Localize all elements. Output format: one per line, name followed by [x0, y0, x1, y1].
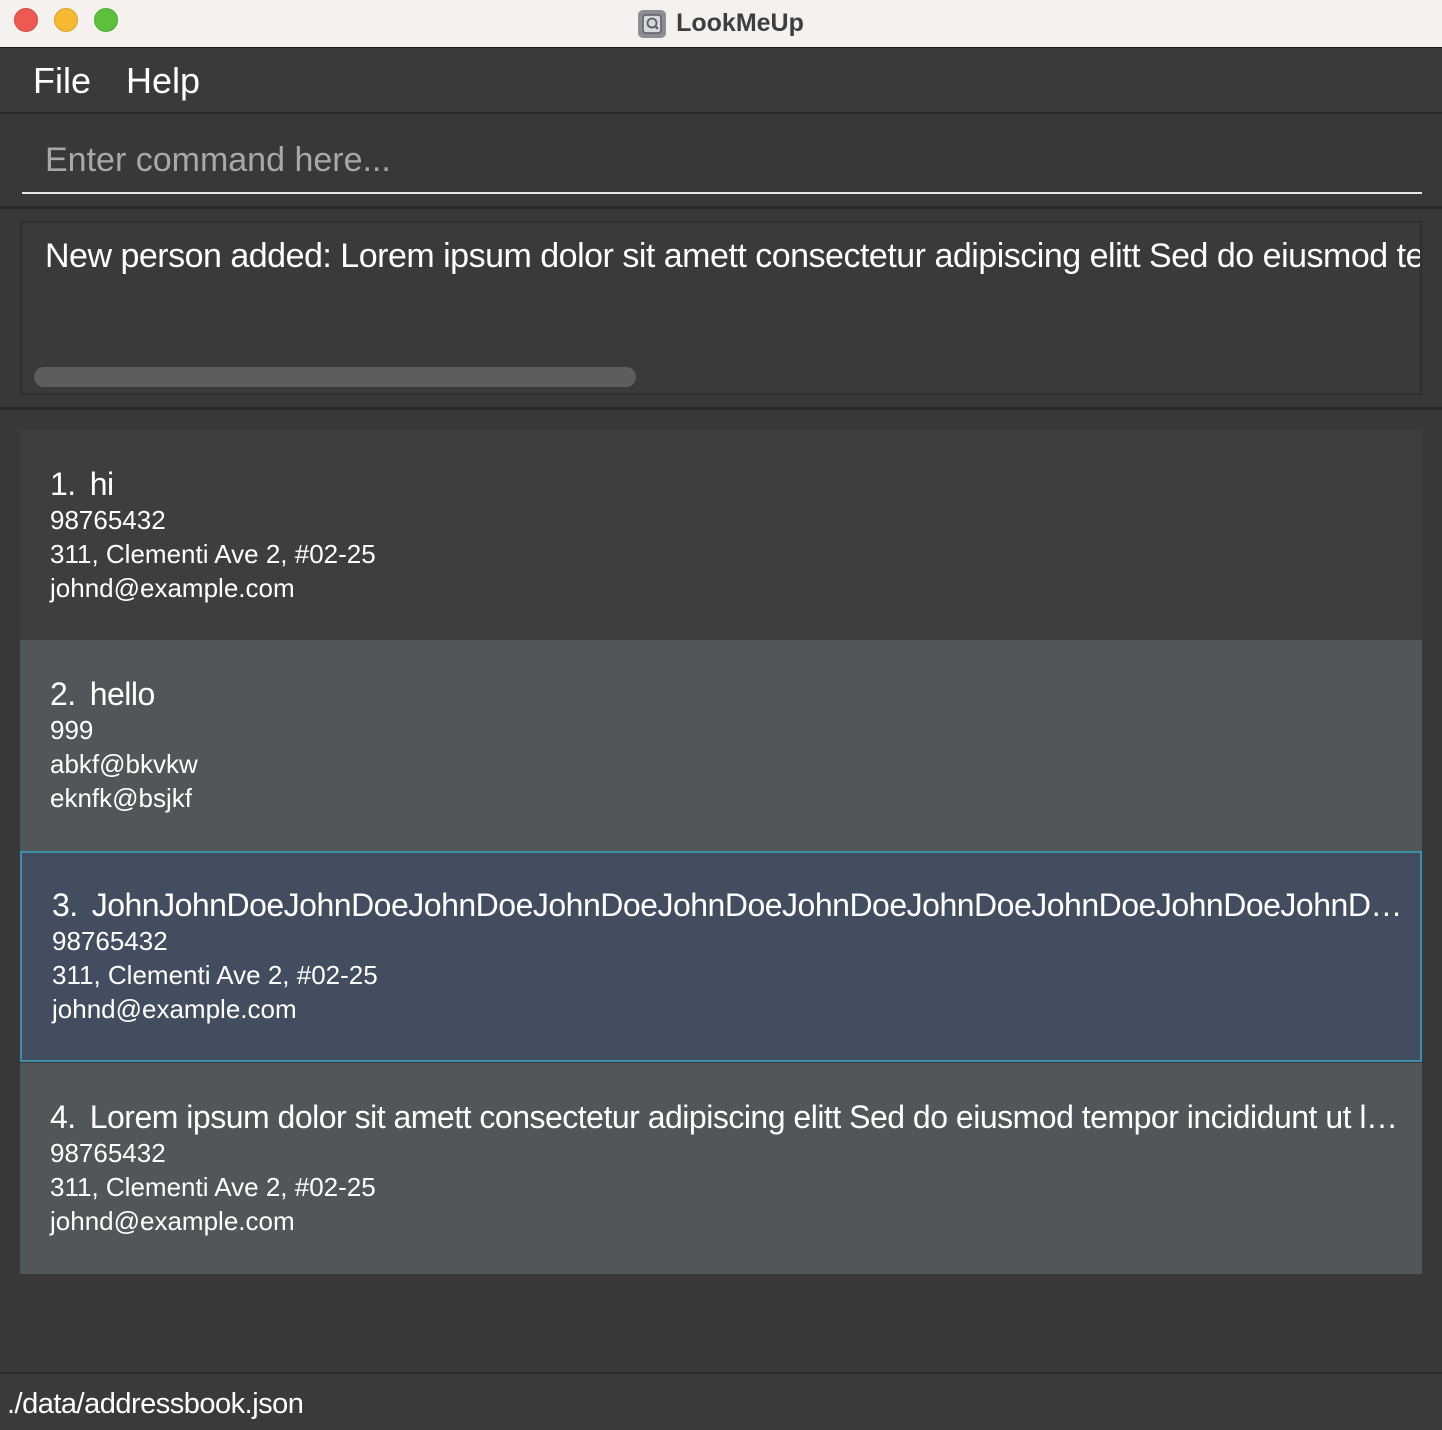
title-wrap: LookMeUp: [0, 0, 1442, 47]
person-name-row: 4. Lorem ipsum dolor sit amett consectetu…: [50, 1099, 1410, 1136]
person-index: 1.: [50, 466, 76, 502]
save-location-path: ./data/addressbook.json: [7, 1388, 304, 1420]
menu-help[interactable]: Help: [126, 60, 200, 102]
person-index: 2.: [50, 676, 76, 712]
person-email: johnd@example.com: [52, 994, 297, 1024]
result-message: New person added: Lorem ipsum dolor sit …: [45, 237, 1422, 275]
result-horizontal-scrollbar[interactable]: [34, 367, 636, 387]
person-phone: 98765432: [50, 505, 166, 535]
app-window: LookMeUp File Help New person added: Lor…: [0, 0, 1442, 1430]
result-display[interactable]: New person added: Lorem ipsum dolor sit …: [20, 221, 1422, 395]
person-address: 311, Clementi Ave 2, #02-25: [52, 960, 378, 990]
person-card[interactable]: 4. Lorem ipsum dolor sit amett consectetu…: [20, 1063, 1422, 1274]
person-list: 1. hi 98765432 311, Clementi Ave 2, #02-2…: [20, 430, 1422, 1274]
menu-bar: File Help: [0, 48, 1442, 114]
command-input[interactable]: [22, 128, 1422, 194]
app-icon: [638, 9, 667, 38]
person-address: abkf@bkvkw: [50, 749, 198, 779]
person-email: eknfk@bsjkf: [50, 783, 192, 813]
person-email: johnd@example.com: [50, 1206, 295, 1236]
person-name-row: 1. hi: [50, 466, 1410, 503]
person-address: 311, Clementi Ave 2, #02-25: [50, 1172, 376, 1202]
person-name-row: 3. JohnJohnDoeJohnDoeJohnDoeJohnDoeJohnDo…: [52, 887, 1412, 924]
status-bar: ./data/addressbook.json: [0, 1372, 1442, 1430]
person-address: 311, Clementi Ave 2, #02-25: [50, 539, 376, 569]
person-index: 4.: [50, 1099, 76, 1135]
person-name: Lorem ipsum dolor sit amett consectetur …: [89, 1099, 1410, 1135]
person-email: johnd@example.com: [50, 573, 295, 603]
title-bar: LookMeUp: [0, 0, 1442, 48]
person-phone: 98765432: [50, 1138, 166, 1168]
person-card[interactable]: 2. hello 999 abkf@bkvkw eknfk@bsjkf: [20, 640, 1422, 851]
menu-file[interactable]: File: [33, 60, 91, 102]
person-name: hello: [89, 676, 156, 712]
command-box: [0, 114, 1442, 209]
person-card-selected[interactable]: 3. JohnJohnDoeJohnDoeJohnDoeJohnDoeJohnDo…: [20, 851, 1422, 1062]
person-name: hi: [89, 466, 114, 502]
person-phone: 98765432: [52, 926, 168, 956]
person-index: 3.: [52, 887, 78, 923]
window-title: LookMeUp: [676, 9, 804, 37]
person-name: JohnJohnDoeJohnDoeJohnDoeJohnDoeJohnDoeJ…: [91, 887, 1412, 923]
result-display-panel: New person added: Lorem ipsum dolor sit …: [0, 209, 1442, 410]
person-card[interactable]: 1. hi 98765432 311, Clementi Ave 2, #02-2…: [20, 430, 1422, 641]
person-phone: 999: [50, 715, 94, 745]
person-name-row: 2. hello: [50, 676, 1410, 713]
